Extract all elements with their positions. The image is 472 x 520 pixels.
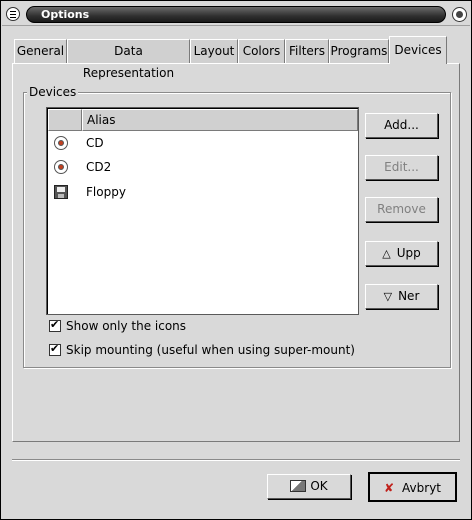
move-down-button[interactable]: ▽ Ner [365, 284, 438, 309]
tab-devices[interactable]: Devices [389, 36, 447, 64]
skip-mounting-label: Skip mounting (useful when using super-m… [66, 343, 355, 357]
icon-column-header[interactable] [48, 109, 82, 131]
add-button-label: Add... [384, 118, 419, 132]
tab-data-representation[interactable]: Data Representation [67, 39, 190, 80]
title-pill[interactable]: Options [26, 6, 446, 23]
device-alias: CD2 [86, 160, 112, 174]
tab-programs[interactable]: Programs [329, 39, 389, 63]
close-icon[interactable] [452, 7, 467, 22]
footer-separator [12, 459, 460, 461]
triangle-down-icon: ▽ [383, 290, 393, 303]
cd-icon [54, 136, 68, 150]
edit-button[interactable]: Edit... [365, 155, 438, 180]
cd-icon [54, 160, 68, 174]
floppy-icon [54, 185, 68, 199]
cancel-x-icon: ✘ [383, 481, 395, 495]
checkbox-checked-icon[interactable] [49, 342, 61, 356]
cancel-button-label: Avbryt [402, 481, 442, 495]
window-menu-icon[interactable] [6, 7, 20, 21]
up-button-label: Upp [396, 246, 421, 260]
alias-column-header[interactable]: Alias [82, 109, 358, 131]
remove-button[interactable]: Remove [365, 197, 438, 222]
list-item[interactable]: Floppy [48, 181, 358, 205]
tab-colors[interactable]: Colors [238, 39, 285, 63]
title-bar: Options [2, 2, 470, 26]
tab-general[interactable]: General [14, 39, 67, 63]
checkbox-checked-icon[interactable] [49, 318, 61, 332]
devices-group-label: Devices [27, 85, 79, 99]
down-button-label: Ner [398, 289, 420, 303]
tab-layout[interactable]: Layout [190, 39, 238, 63]
remove-button-label: Remove [377, 202, 426, 216]
ok-button-label: OK [310, 479, 328, 493]
cancel-button[interactable]: ✘ Avbryt [368, 472, 457, 502]
edit-button-label: Edit... [384, 160, 419, 174]
add-button[interactable]: Add... [365, 113, 438, 138]
devices-list[interactable]: Alias CD CD2 Floppy [46, 107, 359, 315]
triangle-up-icon: △ [382, 247, 391, 260]
list-item[interactable]: CD [48, 132, 358, 156]
device-alias: Floppy [86, 185, 126, 199]
ok-icon [290, 480, 307, 492]
options-window: Options General Data Representation Layo… [0, 0, 472, 520]
move-up-button[interactable]: △ Upp [365, 241, 438, 266]
list-header: Alias [48, 109, 358, 131]
device-alias: CD [86, 136, 104, 150]
window-title: Options [41, 8, 90, 21]
ok-button[interactable]: OK [267, 474, 351, 499]
list-item[interactable]: CD2 [48, 156, 358, 180]
tab-filters[interactable]: Filters [285, 39, 329, 63]
show-only-icons-label: Show only the icons [66, 319, 187, 333]
